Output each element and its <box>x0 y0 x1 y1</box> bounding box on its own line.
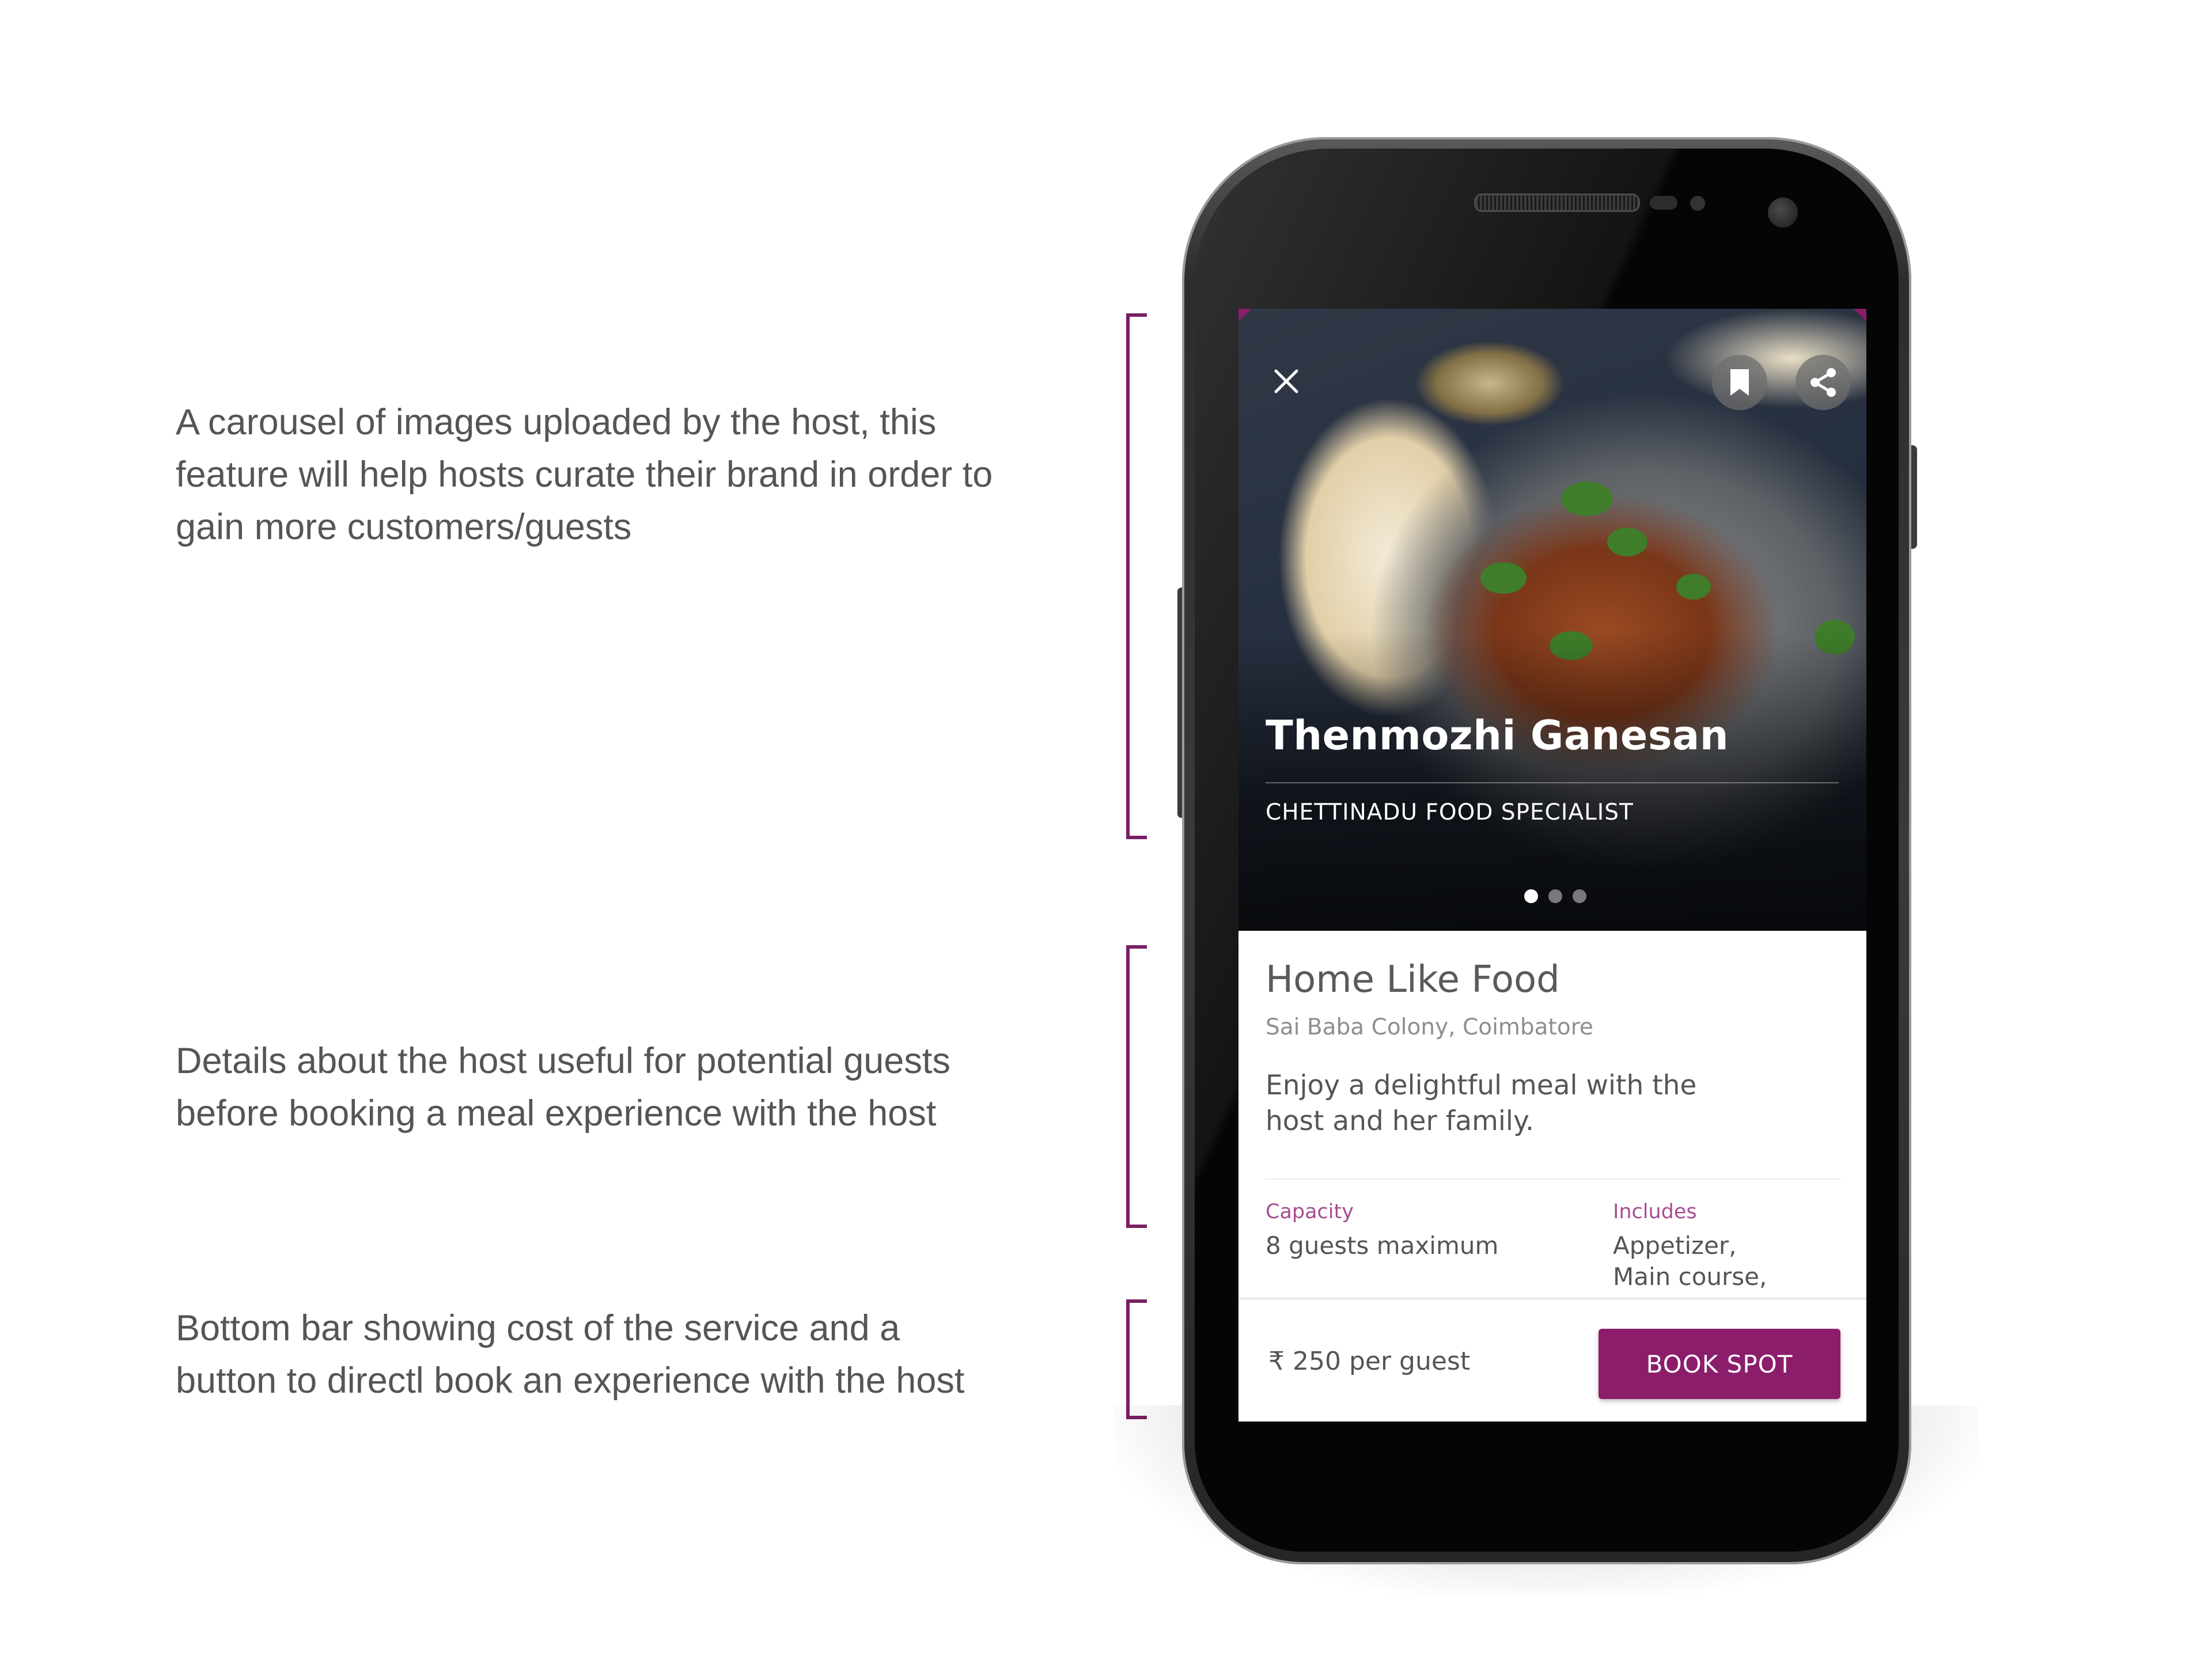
host-name: Thenmozhi Ganesan <box>1266 712 1729 759</box>
carousel-gradient <box>1238 631 1866 931</box>
annotation-bottom-bar: Bottom bar showing cost of the service a… <box>176 1308 965 1401</box>
capacity-label: Capacity <box>1266 1200 1354 1223</box>
bookmark-button[interactable] <box>1712 355 1767 410</box>
annotation-details: Details about the host useful for potent… <box>176 1041 950 1134</box>
phone-camera <box>1768 198 1798 228</box>
host-divider <box>1266 782 1839 783</box>
carousel-dot[interactable] <box>1524 889 1538 903</box>
phone-sensor-dot <box>1690 196 1705 211</box>
capacity-value: 8 guests maximum <box>1266 1231 1499 1260</box>
app-screen: Thenmozhi Ganesan CHETTINADU FOOD SPECIA… <box>1238 309 1866 1422</box>
annotation-carousel: A carousel of images uploaded by the hos… <box>176 402 993 547</box>
experience-location: Sai Baba Colony, Coimbatore <box>1266 1014 1593 1040</box>
bracket-carousel <box>1126 313 1147 839</box>
phone-sensor <box>1650 196 1677 210</box>
experience-description: Enjoy a delightful meal with the host an… <box>1266 1070 1697 1137</box>
phone-speaker <box>1474 194 1640 212</box>
includes-value: Appetizer, Main course, <box>1613 1231 1767 1291</box>
bracket-bottom-bar <box>1126 1299 1147 1419</box>
carousel-indicator <box>1524 889 1586 903</box>
accent-corner <box>1854 309 1866 321</box>
includes-label: Includes <box>1613 1200 1697 1223</box>
bottom-bar: ₹ 250 per guest BOOK SPOT <box>1238 1298 1866 1422</box>
close-button[interactable] <box>1259 354 1314 409</box>
share-icon <box>1810 368 1836 397</box>
price-per-guest: ₹ 250 per guest <box>1268 1347 1471 1376</box>
details-divider <box>1266 1178 1840 1180</box>
garnish-decoration <box>1561 482 1613 516</box>
close-icon <box>1274 369 1298 393</box>
experience-title: Home Like Food <box>1266 958 1560 1001</box>
garnish-decoration <box>1480 562 1527 594</box>
bookmark-icon <box>1730 369 1749 396</box>
garnish-decoration <box>1607 528 1647 556</box>
carousel-dot[interactable] <box>1548 889 1562 903</box>
host-role: CHETTINADU FOOD SPECIALIST <box>1266 799 1634 825</box>
bracket-details <box>1126 945 1147 1228</box>
experience-details: Home Like Food Sai Baba Colony, Coimbato… <box>1238 931 1866 1298</box>
garnish-decoration <box>1676 574 1711 600</box>
share-button[interactable] <box>1796 355 1851 410</box>
image-carousel[interactable]: Thenmozhi Ganesan CHETTINADU FOOD SPECIA… <box>1238 309 1866 931</box>
book-spot-button[interactable]: BOOK SPOT <box>1599 1329 1840 1399</box>
accent-corner <box>1238 309 1251 321</box>
carousel-dot[interactable] <box>1573 889 1586 903</box>
